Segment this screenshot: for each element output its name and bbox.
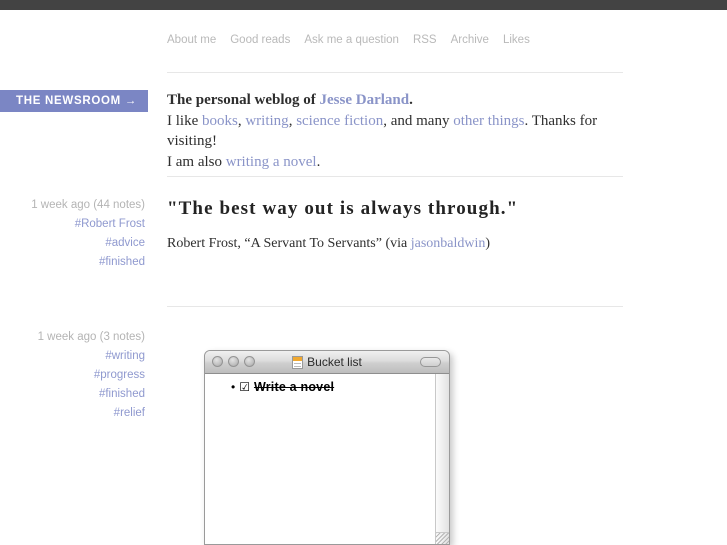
- quote-post: "The best way out is always through." Ro…: [167, 196, 623, 252]
- intro-text: , and many: [383, 112, 454, 129]
- resize-grip-icon[interactable]: [435, 532, 449, 544]
- mac-window-titlebar[interactable]: Bucket list: [205, 351, 449, 374]
- divider: [167, 72, 623, 73]
- toolbar-toggle-button[interactable]: [420, 357, 441, 367]
- bucket-list: • ☑ Write a novel: [205, 374, 449, 394]
- quote-source-suffix: ): [485, 236, 491, 251]
- newsroom-banner-button[interactable]: THE NEWSROOM →: [0, 90, 148, 112]
- intro-text: I like: [167, 112, 202, 129]
- link-other-things[interactable]: other things: [453, 113, 524, 129]
- post-tag[interactable]: #Robert Frost: [0, 215, 145, 234]
- nav-item-likes[interactable]: Likes: [503, 34, 530, 46]
- checkbox-checked-icon[interactable]: ☑: [239, 380, 250, 394]
- intro-blurb: The personal weblog of Jesse Darland. I …: [167, 90, 623, 172]
- post-tag[interactable]: #relief: [0, 404, 145, 423]
- list-item[interactable]: • ☑ Write a novel: [231, 380, 449, 394]
- bullet-icon: •: [231, 380, 236, 394]
- intro-lead-prefix: The personal weblog of: [167, 92, 320, 108]
- link-books[interactable]: books: [202, 113, 238, 129]
- primary-nav: About me Good reads Ask me a question RSS Ar…: [167, 34, 544, 46]
- post-tag[interactable]: #advice: [0, 234, 145, 253]
- author-link[interactable]: Jesse Darland: [320, 92, 410, 108]
- post-tag[interactable]: #writing: [0, 347, 145, 366]
- post-tag[interactable]: #finished: [0, 385, 145, 404]
- quote-source-link[interactable]: jasonbaldwin: [411, 236, 486, 251]
- photo-post-mac-window: Bucket list • ☑ Write a novel: [204, 350, 450, 545]
- post-tag[interactable]: #finished: [0, 253, 145, 272]
- quote-attribution: Robert Frost, “A Servant To Servants” (v…: [167, 236, 623, 252]
- post-tag[interactable]: #progress: [0, 366, 145, 385]
- quote-source-prefix: Robert Frost, “A Servant To Servants” (v…: [167, 236, 411, 251]
- intro-line-2: I like books, writing, science fiction, …: [167, 111, 623, 152]
- divider: [167, 176, 623, 177]
- link-writing-a-novel[interactable]: writing a novel: [226, 154, 317, 170]
- intro-lead-suffix: .: [409, 92, 413, 108]
- mac-window-body: • ☑ Write a novel: [205, 374, 449, 544]
- list-item-label: Write a novel: [253, 380, 335, 394]
- intro-line-3: I am also writing a novel.: [167, 152, 623, 173]
- document-icon: [292, 355, 304, 369]
- mac-window-title: Bucket list: [307, 355, 362, 369]
- nav-item-ask-me-a-question[interactable]: Ask me a question: [304, 34, 399, 46]
- mac-window-title-group: Bucket list: [205, 351, 449, 373]
- intro-text: .: [316, 153, 321, 170]
- post-meta-quote: 1 week ago (44 notes) #Robert Frost #adv…: [0, 196, 148, 272]
- intro-line-1: The personal weblog of Jesse Darland.: [167, 90, 623, 111]
- nav-item-about-me[interactable]: About me: [167, 34, 216, 46]
- top-dark-bar: [0, 0, 727, 10]
- intro-text: I am also: [167, 153, 226, 170]
- vertical-scrollbar[interactable]: [435, 374, 449, 544]
- post-timestamp: 1 week ago (44 notes): [31, 199, 145, 211]
- post-meta-photo: 1 week ago (3 notes) #writing #progress …: [0, 328, 148, 423]
- nav-item-archive[interactable]: Archive: [451, 34, 489, 46]
- link-writing[interactable]: writing: [245, 113, 288, 129]
- quote-text: "The best way out is always through.": [167, 198, 519, 219]
- post-timestamp: 1 week ago (3 notes): [37, 331, 145, 343]
- nav-item-rss[interactable]: RSS: [413, 34, 437, 46]
- divider: [167, 306, 623, 307]
- nav-item-good-reads[interactable]: Good reads: [230, 34, 290, 46]
- link-science-fiction[interactable]: science fiction: [296, 113, 383, 129]
